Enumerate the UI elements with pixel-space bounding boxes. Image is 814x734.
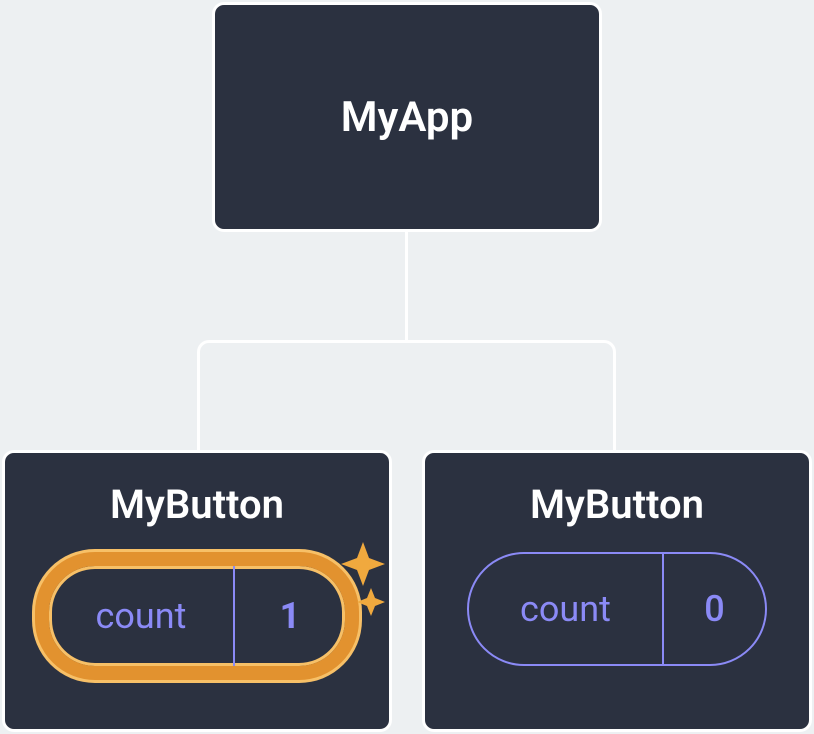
state-value: 1 — [235, 566, 345, 666]
state-pill-highlighted: count 1 — [35, 552, 359, 680]
connector-line — [405, 232, 408, 340]
state-pill: count 0 — [467, 552, 767, 666]
child-label: MyButton — [530, 481, 704, 528]
state-key: count — [49, 566, 235, 666]
connector-line — [197, 352, 200, 450]
root-label: MyApp — [341, 93, 473, 142]
child-label: MyButton — [110, 481, 284, 528]
connector-line — [613, 352, 616, 450]
child-component-node-left: MyButton count 1 — [2, 450, 392, 732]
state-value: 0 — [664, 554, 765, 664]
state-key: count — [469, 554, 664, 664]
root-component-node: MyApp — [212, 2, 602, 232]
child-component-node-right: MyButton count 0 — [422, 450, 812, 732]
connector-line — [210, 340, 604, 343]
